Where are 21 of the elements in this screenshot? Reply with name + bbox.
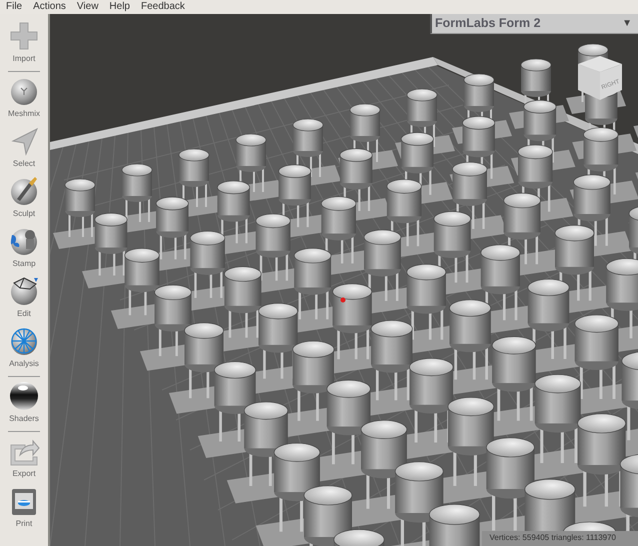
tool-label[interactable]: Shaders xyxy=(9,414,39,424)
tool-label[interactable]: Import xyxy=(12,54,36,64)
tool-label[interactable]: Stamp xyxy=(12,259,36,269)
tool-label[interactable]: Edit xyxy=(17,309,31,319)
pivot-marker-icon xyxy=(340,298,346,302)
chrome-sphere-icon[interactable] xyxy=(8,380,40,412)
menu-item[interactable]: Feedback xyxy=(141,0,185,14)
tool-label[interactable]: Export xyxy=(12,469,36,479)
tool-label[interactable]: Print xyxy=(16,519,32,529)
tool-label[interactable]: Meshmix xyxy=(8,109,40,119)
tool-label[interactable]: Sculpt xyxy=(12,209,36,219)
mesh-statistics: Vertices: 559405 triangles: 1113970 xyxy=(482,531,638,546)
sphere-brush-icon[interactable] xyxy=(8,175,40,207)
printer-dropdown[interactable]: FormLabs Form 2 ▼ xyxy=(430,14,638,34)
menu-item[interactable]: Help xyxy=(109,0,130,14)
sphere-wireframe-icon[interactable] xyxy=(8,275,40,307)
tool-label[interactable]: Analysis xyxy=(9,359,39,369)
menu-item[interactable]: Actions xyxy=(33,0,66,14)
menu-item[interactable]: View xyxy=(76,0,98,14)
tool-label[interactable]: Select xyxy=(12,159,36,169)
menu-item[interactable]: File xyxy=(6,0,22,14)
